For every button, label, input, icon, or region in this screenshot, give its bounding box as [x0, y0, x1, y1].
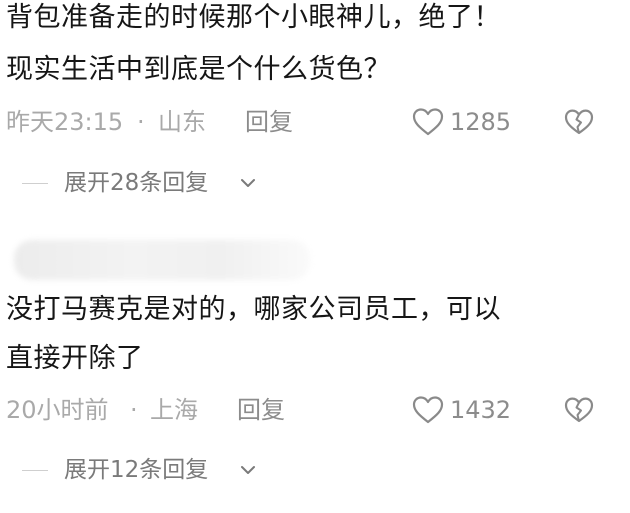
comment-time: 20小时前: [6, 396, 109, 424]
comment-time: 昨天23:15: [6, 108, 124, 136]
comment-1-text-line-2: 现实生活中到底是个什么货色？: [6, 54, 391, 85]
expand-replies-button[interactable]: 展开12条回复: [22, 454, 282, 486]
expand-replies-label: 展开12条回复: [64, 457, 209, 483]
divider-line: [22, 183, 48, 184]
reply-button[interactable]: 回复: [237, 393, 285, 427]
heart-outline-icon: [412, 396, 444, 424]
like-button[interactable]: 1432: [412, 393, 532, 427]
like-count: 1285: [450, 108, 512, 136]
broken-heart-icon[interactable]: [564, 108, 594, 136]
meta-separator: ·: [130, 396, 138, 424]
reply-button[interactable]: 回复: [245, 105, 293, 139]
expand-replies-button[interactable]: 展开28条回复: [22, 167, 282, 199]
like-count: 1432: [450, 396, 512, 424]
like-button[interactable]: 1285: [412, 105, 532, 139]
comment-2-text-line-2: 直接开除了: [6, 343, 144, 374]
chevron-down-icon: [241, 466, 255, 474]
broken-heart-icon[interactable]: [564, 396, 594, 424]
comment-1-meta: 昨天23:15 · 山东 回复 1285: [6, 105, 630, 139]
comment-1-text-line-1: 背包准备走的时候那个小眼神儿，绝了！: [6, 2, 501, 33]
comment-location: 山东: [158, 108, 206, 136]
meta-separator: ·: [137, 108, 145, 136]
blurred-user-info: [14, 240, 310, 280]
comment-location: 上海: [150, 396, 198, 424]
divider-line: [22, 470, 48, 471]
comment-2-meta: 20小时前 · 上海 回复 1432: [6, 393, 630, 427]
chevron-down-icon: [241, 179, 255, 187]
heart-outline-icon: [412, 108, 444, 136]
expand-replies-label: 展开28条回复: [64, 170, 209, 196]
comment-2-text-line-1: 没打马赛克是对的，哪家公司员工，可以: [6, 294, 501, 325]
